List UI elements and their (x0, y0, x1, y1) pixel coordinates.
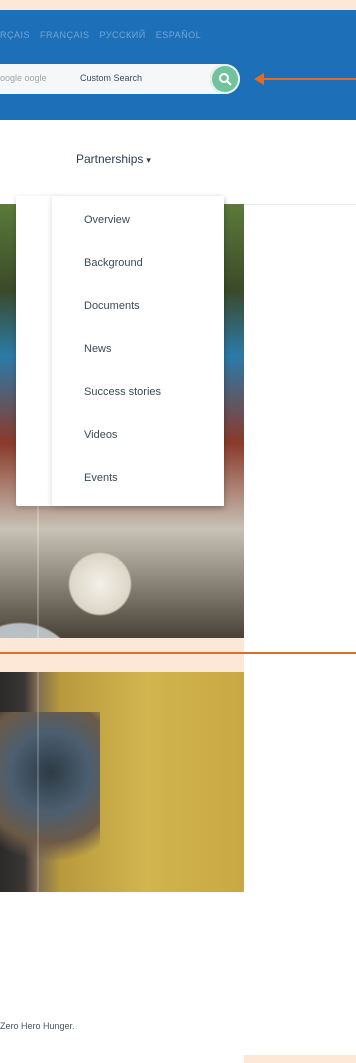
menu-item-events[interactable]: Events (84, 472, 118, 484)
menu-item-documents[interactable]: Documents (84, 300, 140, 312)
search-icon (219, 73, 232, 86)
menu-item-news[interactable]: News (84, 343, 112, 355)
annotation-arrow-line (258, 78, 356, 80)
search-input[interactable]: oogle oogle Custom Search (0, 64, 240, 94)
search-button[interactable] (210, 64, 240, 94)
menu-item-videos[interactable]: Videos (84, 429, 117, 441)
search-provider-text: oogle oogle (0, 73, 47, 83)
story-image (0, 672, 244, 892)
language-link[interactable]: RÇAIS (0, 30, 30, 46)
language-link[interactable]: FRANÇAIS (40, 30, 90, 46)
menu-item-background[interactable]: Background (84, 257, 143, 269)
nav-partnerships-label: Partnerships (76, 152, 144, 166)
language-switcher: RÇAIS FRANÇAIS РУССКИЙ ESPAÑOL (0, 30, 260, 46)
story-caption: Zero Hero Hunger. (0, 1021, 75, 1031)
search-placeholder: Custom Search (80, 73, 143, 83)
partnerships-dropdown (52, 196, 224, 506)
menu-item-success-stories[interactable]: Success stories (84, 386, 161, 398)
language-link[interactable]: ESPAÑOL (156, 30, 201, 46)
story-card (0, 892, 244, 1063)
annotation-arrow-head (254, 73, 264, 85)
menu-item-overview[interactable]: Overview (84, 214, 130, 226)
nav-partnerships[interactable]: Partnerships ▾ (76, 152, 151, 166)
right-content-area (244, 205, 356, 1055)
caret-down-icon: ▾ (146, 155, 151, 165)
annotation-divider (0, 652, 356, 654)
language-link[interactable]: РУССКИЙ (100, 30, 146, 46)
main-navbar (0, 120, 356, 205)
